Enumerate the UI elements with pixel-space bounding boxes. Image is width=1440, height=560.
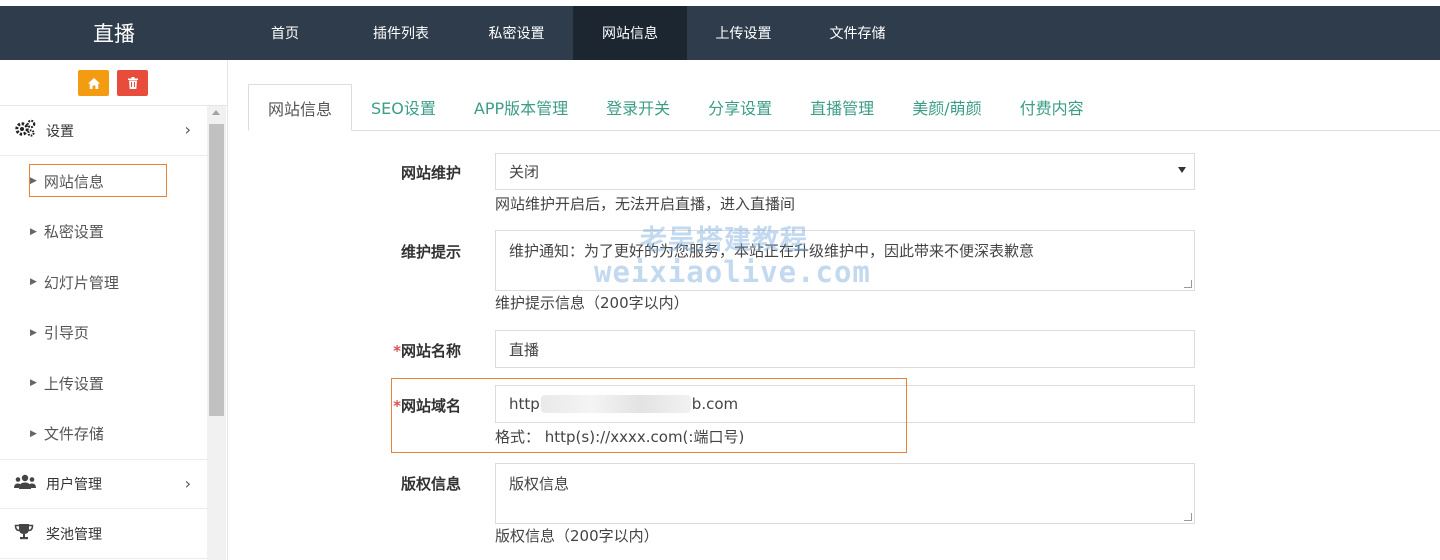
settings-tabs: 网站信息 SEO设置 APP版本管理 登录开关 分享设置 直播管理 美颜/萌颜 … bbox=[248, 84, 1440, 131]
caret-right-icon: ▶ bbox=[30, 378, 37, 389]
top-navbar: 直播 首页 插件列表 私密设置 网站信息 上传设置 文件存储 bbox=[0, 6, 1440, 60]
sidebar-item-label: 上传设置 bbox=[43, 374, 104, 393]
top-nav: 首页 插件列表 私密设置 网站信息 上传设置 文件存储 bbox=[228, 6, 915, 60]
sidebar-item-label: 私密设置 bbox=[43, 223, 104, 242]
site-domain-label: *网站域名 bbox=[341, 395, 461, 416]
site-domain-value-prefix: http bbox=[509, 395, 540, 413]
maintenance-tip-value: 维护通知：为了更好的为您服务，本站正在升级维护中，因此带来不便深表歉意 bbox=[509, 242, 1035, 260]
maintenance-tip-textarea[interactable]: 维护通知：为了更好的为您服务，本站正在升级维护中，因此带来不便深表歉意 bbox=[495, 230, 1195, 291]
top-header: 直播 首页 插件列表 私密设置 网站信息 上传设置 文件存储 bbox=[0, 0, 1440, 60]
site-domain-input[interactable]: http b.com bbox=[495, 385, 1195, 423]
caret-right-icon: ▶ bbox=[30, 226, 37, 237]
menu-group-users[interactable]: 用户管理 › bbox=[0, 459, 207, 509]
resize-grip-icon[interactable] bbox=[1184, 513, 1192, 521]
menu-group-label: 设置 bbox=[46, 123, 74, 140]
copyright-value: 版权信息 bbox=[509, 475, 570, 493]
maintenance-help: 网站维护开启后，无法开启直播，进入直播间 bbox=[495, 195, 796, 213]
sidebar-item-file-storage[interactable]: ▶ 文件存储 bbox=[0, 409, 207, 460]
site-domain-help: 格式： http(s)://xxxx.com(:端口号) bbox=[495, 428, 745, 446]
menu-group-label: 奖池管理 bbox=[46, 526, 102, 543]
menu-group-label: 用户管理 bbox=[46, 477, 102, 493]
site-name-label-text: 网站名称 bbox=[400, 342, 461, 360]
clear-cache-button[interactable] bbox=[117, 70, 148, 96]
topnav-upload-settings[interactable]: 上传设置 bbox=[687, 6, 800, 60]
menu-group-prize-pool[interactable]: 奖池管理 bbox=[0, 509, 207, 559]
sidebar-item-label: 幻灯片管理 bbox=[43, 273, 119, 292]
tab-paid-content[interactable]: 付费内容 bbox=[1001, 84, 1103, 130]
sidebar: 设置 › ▶ 网站信息 ▶ 私密设置 ▶ 幻灯片管理 ▶ 引导页 ▶ 上传设置 … bbox=[0, 60, 228, 560]
caret-right-icon: ▶ bbox=[30, 428, 37, 439]
topnav-site-info[interactable]: 网站信息 bbox=[573, 6, 687, 60]
copyright-textarea[interactable]: 版权信息 bbox=[495, 463, 1195, 524]
trophy-icon bbox=[14, 523, 40, 545]
home-icon bbox=[87, 77, 100, 89]
tab-site-info[interactable]: 网站信息 bbox=[248, 84, 353, 131]
topnav-plugin-list[interactable]: 插件列表 bbox=[342, 6, 460, 60]
tab-app-version[interactable]: APP版本管理 bbox=[455, 84, 587, 130]
gears-icon bbox=[14, 119, 40, 142]
sidebar-tools bbox=[78, 70, 148, 96]
maintenance-select[interactable]: 关闭 bbox=[495, 153, 1195, 190]
tab-live-management[interactable]: 直播管理 bbox=[791, 84, 893, 130]
chevron-right-icon: › bbox=[184, 120, 191, 139]
required-mark: * bbox=[393, 342, 401, 360]
dropdown-caret-icon bbox=[1178, 167, 1186, 173]
site-name-label: *网站名称 bbox=[341, 340, 461, 361]
trash-icon bbox=[127, 77, 138, 89]
tab-beauty-filter[interactable]: 美颜/萌颜 bbox=[893, 84, 1000, 130]
tab-seo-settings[interactable]: SEO设置 bbox=[352, 84, 455, 130]
sidebar-item-privacy-settings[interactable]: ▶ 私密设置 bbox=[0, 207, 207, 258]
scroll-up-icon[interactable] bbox=[212, 110, 220, 115]
sidebar-item-label: 文件存储 bbox=[43, 425, 104, 444]
topnav-file-storage[interactable]: 文件存储 bbox=[800, 6, 915, 60]
caret-right-icon: ▶ bbox=[30, 327, 37, 338]
brand-logo[interactable]: 直播 bbox=[0, 6, 228, 60]
caret-right-icon: ▶ bbox=[30, 277, 37, 288]
sidebar-item-label: 引导页 bbox=[43, 324, 89, 343]
chevron-right-icon: › bbox=[184, 474, 191, 493]
topnav-privacy-settings[interactable]: 私密设置 bbox=[460, 6, 573, 60]
copyright-label: 版权信息 bbox=[400, 475, 461, 493]
site-name-input[interactable]: 直播 bbox=[495, 330, 1195, 368]
tab-login-switch[interactable]: 登录开关 bbox=[587, 84, 689, 130]
sidebar-menu: 设置 › ▶ 网站信息 ▶ 私密设置 ▶ 幻灯片管理 ▶ 引导页 ▶ 上传设置 … bbox=[0, 106, 207, 559]
sidebar-item-upload-settings[interactable]: ▶ 上传设置 bbox=[0, 358, 207, 409]
required-mark: * bbox=[393, 397, 401, 415]
active-item-outline bbox=[29, 164, 167, 197]
sidebar-scrollbar[interactable] bbox=[207, 106, 226, 560]
site-name-value: 直播 bbox=[509, 340, 540, 359]
maintenance-label: 网站维护 bbox=[400, 164, 461, 182]
sidebar-item-site-info[interactable]: ▶ 网站信息 bbox=[0, 156, 207, 207]
maintenance-select-value: 关闭 bbox=[509, 163, 540, 181]
maintenance-tip-help: 维护提示信息（200字以内） bbox=[495, 294, 689, 312]
maintenance-tip-label: 维护提示 bbox=[400, 243, 461, 261]
topnav-home[interactable]: 首页 bbox=[228, 6, 342, 60]
copyright-help: 版权信息（200字以内） bbox=[495, 527, 659, 545]
site-domain-label-text: 网站域名 bbox=[400, 397, 461, 415]
sidebar-item-guide-page[interactable]: ▶ 引导页 bbox=[0, 308, 207, 359]
tab-share-settings[interactable]: 分享设置 bbox=[689, 84, 791, 130]
scroll-thumb[interactable] bbox=[209, 124, 224, 416]
home-button[interactable] bbox=[78, 70, 109, 96]
resize-grip-icon[interactable] bbox=[1184, 280, 1192, 288]
users-icon bbox=[14, 474, 40, 495]
menu-group-settings[interactable]: 设置 › bbox=[0, 106, 207, 156]
site-domain-value-suffix: b.com bbox=[691, 395, 739, 413]
redacted-blur bbox=[540, 395, 691, 413]
sidebar-item-slides[interactable]: ▶ 幻灯片管理 bbox=[0, 257, 207, 308]
